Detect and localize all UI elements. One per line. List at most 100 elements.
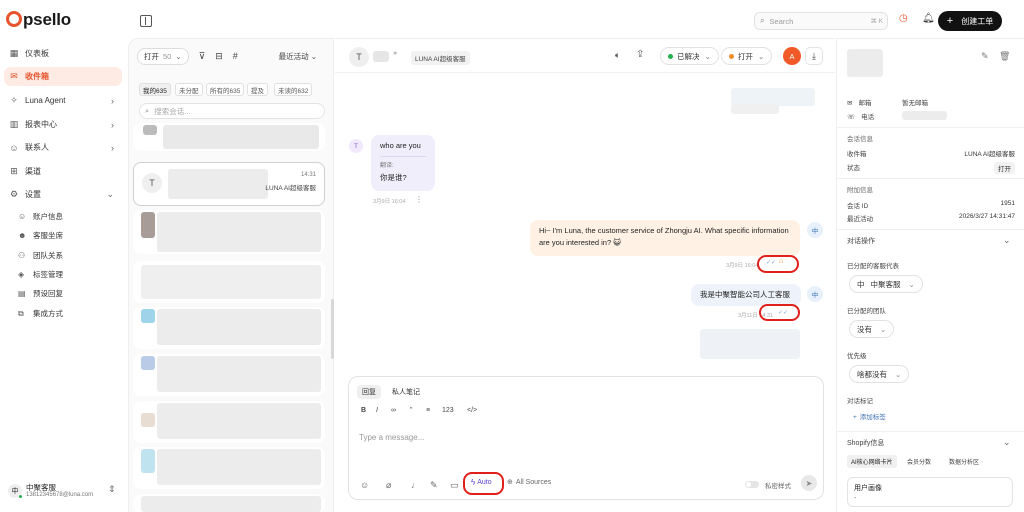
redacted-preview: [141, 496, 321, 512]
private-style-toggle[interactable]: [745, 481, 759, 488]
brand-logo[interactable]: psello: [6, 10, 71, 30]
link-button[interactable]: ∞: [391, 407, 396, 414]
list-item[interactable]: [133, 307, 325, 349]
search-shortcut: ⌘ K: [870, 18, 883, 25]
auto-button[interactable]: ϟ Auto: [471, 478, 492, 487]
shopify-tab-analytics[interactable]: 数据分析区: [949, 457, 979, 466]
history-icon[interactable]: ◷: [899, 13, 908, 24]
message-input[interactable]: Type a message...: [359, 433, 424, 442]
scrollbar[interactable]: [331, 299, 334, 359]
list-item[interactable]: [133, 401, 325, 443]
sidebar-item-contacts[interactable]: ☺ 联系人 ›: [4, 138, 122, 157]
assigned-agent-dropdown[interactable]: 中中聚客服 ⌄: [849, 275, 923, 293]
settings-sub-integrations[interactable]: ⧉ 集成方式: [18, 308, 63, 319]
shopify-tab-ai-card[interactable]: AI核心网络卡片: [847, 455, 897, 468]
status-dropdown[interactable]: 打开 ⌄: [721, 47, 773, 65]
chevron-right-icon: ›: [111, 119, 114, 130]
avatar: 中: [807, 222, 823, 238]
list-button[interactable]: ≡: [426, 407, 430, 414]
settings-sub-tags[interactable]: ◈ 标签管理: [18, 269, 63, 280]
shopify-tab-points[interactable]: 会员分数: [907, 457, 931, 466]
emoji-icon[interactable]: ☺: [360, 480, 369, 490]
shopify-header[interactable]: Shopify信息: [847, 438, 884, 448]
settings-sub-account[interactable]: ☺ 账户信息: [18, 211, 63, 222]
filter-icon[interactable]: ⊽: [199, 51, 206, 62]
attachment-icon[interactable]: ⌀: [386, 480, 391, 491]
chevron-down-icon: ⌄: [908, 279, 915, 289]
message-composer: 回复 私人笔记 B I ∞ " ≡ 123 </> Type a message…: [348, 376, 824, 500]
code-button[interactable]: </>: [467, 407, 477, 414]
settings-sub-replies[interactable]: ▤ 预设回复: [18, 288, 63, 299]
trash-icon[interactable]: 🗑︎: [999, 51, 1010, 62]
current-user[interactable]: 中 中聚客服 13812345678@luna.com ⇕: [6, 480, 122, 504]
plus-icon: +: [853, 414, 857, 421]
send-button[interactable]: ➤: [801, 475, 817, 491]
outgoing-message: Hi~ I'm Luna, the customer service of Zh…: [530, 220, 800, 256]
list-item[interactable]: [133, 494, 325, 512]
microphone-icon[interactable]: ♩: [411, 480, 420, 490]
message-time: 3月9日 16:04: [373, 199, 406, 205]
redacted-message: [731, 104, 779, 114]
chevron-down-icon: ⌄: [758, 51, 765, 61]
avatar: 中: [807, 286, 823, 302]
video-icon[interactable]: ▭: [450, 480, 459, 491]
more-icon[interactable]: ⋮: [415, 195, 423, 204]
switch-account-icon[interactable]: ⇕: [108, 484, 116, 495]
search-input[interactable]: ⌕ Search ⌘ K: [754, 12, 888, 30]
priority-dropdown[interactable]: 啥都没有 ⌄: [849, 365, 910, 383]
sidebar-item-luna-agent[interactable]: ✧ Luna Agent ›: [4, 91, 122, 110]
download-icon[interactable]: ⤓: [805, 47, 823, 65]
add-label-button[interactable]: + 添加标签: [853, 411, 886, 421]
sidebar-item-channels[interactable]: ⊞ 渠道: [4, 162, 122, 181]
assignee-avatar[interactable]: A: [783, 47, 801, 65]
reply-icon: ▤: [18, 289, 26, 298]
edit-icon[interactable]: ✎: [981, 51, 989, 62]
redacted-avatar: [141, 413, 155, 427]
sidebar-item-inbox[interactable]: ✉ 收件箱: [4, 67, 122, 86]
signature-icon[interactable]: ✎: [430, 480, 438, 491]
list-item[interactable]: [133, 210, 325, 254]
inbox-icon: ✉: [10, 71, 18, 81]
tab-private-note[interactable]: 私人笔记: [387, 385, 425, 399]
conversation-search-input[interactable]: ⌕ 搜索会话...: [139, 103, 325, 119]
sidebar-item-dashboard[interactable]: ▦ 仪表板: [4, 44, 122, 63]
create-ticket-button[interactable]: + 创建工单: [938, 11, 1002, 31]
chevron-down-icon[interactable]: ⌄: [1003, 235, 1011, 246]
redacted-message: [700, 329, 800, 359]
list-item[interactable]: [133, 261, 325, 303]
conversation-actions-header[interactable]: 对话操作: [847, 236, 875, 246]
chip-all[interactable]: 所有的635: [206, 83, 245, 96]
chip-unread[interactable]: 未读的632: [274, 83, 313, 96]
list-item[interactable]: [133, 123, 325, 151]
settings-sub-teams[interactable]: ⚇ 团队关系: [18, 250, 63, 261]
sources-dropdown[interactable]: ⊕ All Sources: [507, 478, 551, 487]
settings-sub-agents[interactable]: ☻ 客服坐席: [18, 230, 63, 241]
chip-unassigned[interactable]: 未分配: [175, 83, 203, 96]
quote-button[interactable]: ": [410, 407, 413, 414]
bold-button[interactable]: B: [361, 407, 366, 414]
tab-reply[interactable]: 回复: [357, 385, 381, 399]
volume-icon[interactable]: 🔈︎: [615, 50, 620, 61]
italic-button[interactable]: I: [376, 407, 378, 414]
redacted-preview: [157, 403, 321, 439]
sidebar-item-settings[interactable]: ⚙ 设置 ⌄: [4, 185, 122, 204]
ordered-list-button[interactable]: 123: [442, 407, 454, 414]
chevron-down-icon[interactable]: ⌄: [1003, 437, 1011, 448]
mail-icon: ✉: [847, 100, 853, 107]
list-item[interactable]: [133, 447, 325, 489]
bell-icon[interactable]: 🔔︎: [922, 13, 935, 24]
sort-dropdown[interactable]: 最近活动 ⌄: [279, 51, 317, 62]
share-icon[interactable]: ⇪: [636, 49, 644, 60]
list-item[interactable]: [133, 354, 325, 396]
archive-icon[interactable]: ⊟: [215, 51, 223, 62]
conversation-item-selected[interactable]: T 14:31 LUNA AI超级客服: [133, 162, 325, 206]
hash-icon[interactable]: #: [233, 51, 238, 61]
status-filter-dropdown[interactable]: 打开 50 ⌄: [137, 47, 189, 65]
resolve-button[interactable]: 已解决 ⌄: [660, 47, 719, 65]
chip-mine[interactable]: 我的635: [139, 83, 171, 96]
chip-mentions[interactable]: 提及: [247, 83, 268, 96]
toggle-sidebar-icon[interactable]: [140, 15, 152, 27]
sidebar-item-reports[interactable]: ▥ 报表中心 ›: [4, 115, 122, 134]
assigned-team-dropdown[interactable]: 没有 ⌄: [849, 320, 895, 338]
redacted-avatar: [141, 449, 155, 473]
